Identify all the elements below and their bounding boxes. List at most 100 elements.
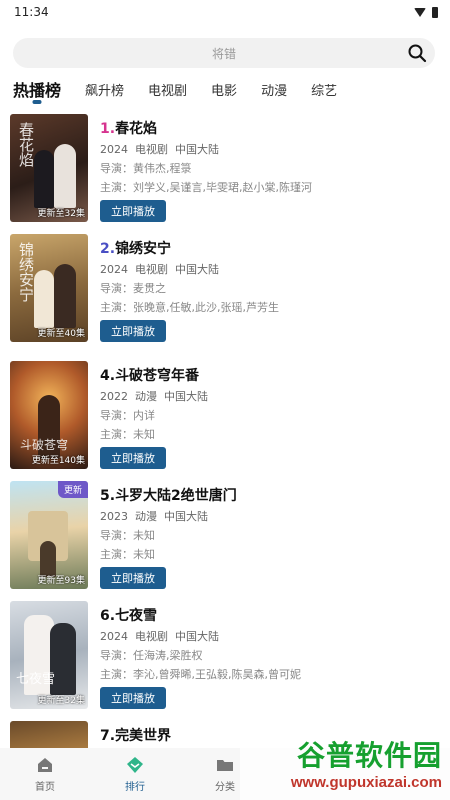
rank-number: 5.	[100, 488, 116, 504]
status-icons	[414, 6, 438, 18]
item-director: 导演：内详	[100, 409, 155, 422]
item-title: 2.锦绣安宁	[100, 238, 279, 258]
item-type: 动漫	[135, 510, 157, 523]
search-bar[interactable]: 将错	[13, 38, 435, 68]
poster-image[interactable]: 七夜雪 更新至32集	[10, 601, 88, 709]
item-year: 2022	[100, 390, 128, 403]
play-button[interactable]: 立即播放	[100, 447, 166, 469]
item-region: 中国大陆	[164, 510, 208, 523]
item-info: 2023 动漫 中国大陆	[100, 508, 237, 524]
rank-number: 6.	[100, 608, 116, 624]
episode-label: 更新至93集	[37, 576, 85, 586]
tab-label: 动漫	[261, 84, 288, 99]
item-cast: 主演：未知	[100, 428, 155, 441]
tab-label: 电视剧	[148, 84, 188, 99]
item-type: 电视剧	[135, 143, 168, 156]
poster-image[interactable]: 锦绣安宁 更新至40集	[10, 234, 88, 342]
tab-label: 飙升榜	[85, 84, 125, 99]
item-meta: 2.锦绣安宁 2024 电视剧 中国大陆 导演：麦贯之 主演：张晚意,任敏,此沙…	[100, 234, 279, 342]
item-name: 斗罗大陆2绝世唐门	[115, 488, 237, 504]
category-tabs: 热播榜 飙升榜 电视剧 电影 动漫 综艺	[13, 76, 361, 110]
poster-image[interactable]	[10, 721, 88, 748]
item-region: 中国大陆	[175, 263, 219, 276]
list-item[interactable]: 锦绣安宁 更新至40集 2.锦绣安宁 2024 电视剧 中国大陆 导演：麦贯之 …	[10, 234, 440, 342]
poster-image[interactable]: 更新 更新至93集	[10, 481, 88, 589]
status-time: 11:34	[14, 5, 49, 19]
rank-number: 2.	[100, 241, 116, 257]
tab-variety[interactable]: 综艺	[311, 76, 337, 99]
nav-home[interactable]: 首页	[0, 748, 90, 800]
item-info: 2022 动漫 中国大陆	[100, 388, 208, 404]
status-bar: 11:34	[0, 0, 450, 24]
item-year: 2024	[100, 143, 128, 156]
watermark-title: 谷普软件园	[296, 739, 442, 772]
rank-number: 4.	[100, 368, 116, 384]
item-name: 七夜雪	[115, 608, 158, 624]
episode-label: 更新至40集	[37, 329, 85, 339]
home-icon	[38, 757, 52, 772]
update-badge: 更新	[57, 481, 88, 498]
list-item[interactable]: 春花焰 更新至32集 1.春花焰 2024 电视剧 中国大陆 导演：黄伟杰,程箓…	[10, 114, 440, 222]
item-year: 2024	[100, 263, 128, 276]
tab-anime[interactable]: 动漫	[261, 76, 287, 99]
poster-calligraphy: 斗破苍穹	[20, 438, 69, 452]
item-type: 电视剧	[135, 630, 168, 643]
item-director: 导演：黄伟杰,程箓	[100, 162, 192, 175]
watermark: 谷普软件园 www.gupuxiazai.com	[240, 732, 450, 800]
item-title: 6.七夜雪	[100, 605, 301, 625]
item-meta: 5.斗罗大陆2绝世唐门 2023 动漫 中国大陆 导演：未知 主演：未知 立即播…	[100, 481, 237, 589]
item-year: 2023	[100, 510, 128, 523]
item-meta: 6.七夜雪 2024 电视剧 中国大陆 导演：任海涛,梁胜权 主演：李沁,曾舜晞…	[100, 601, 301, 709]
play-button[interactable]: 立即播放	[100, 320, 166, 342]
tab-rising[interactable]: 飙升榜	[85, 76, 124, 99]
item-name: 锦绣安宁	[115, 241, 172, 257]
item-type: 动漫	[135, 390, 157, 403]
item-director: 导演：未知	[100, 529, 155, 542]
item-region: 中国大陆	[175, 143, 219, 156]
list-item[interactable]: 斗破苍穹 更新至140集 4.斗破苍穹年番 2022 动漫 中国大陆 导演：内详…	[10, 361, 440, 469]
item-meta: 7.完美世界	[100, 721, 171, 745]
poster-calligraphy: 七夜雪	[16, 672, 56, 687]
poster-image[interactable]: 春花焰 更新至32集	[10, 114, 88, 222]
nav-label: 分类	[215, 781, 235, 793]
item-info: 2024 电视剧 中国大陆	[100, 628, 301, 644]
item-name: 春花焰	[115, 121, 158, 137]
item-cast: 主演：未知	[100, 548, 155, 561]
search-input[interactable]: 将错	[212, 45, 236, 62]
tab-hot[interactable]: 热播榜	[13, 76, 62, 104]
item-title: 4.斗破苍穹年番	[100, 365, 208, 385]
wifi-icon	[414, 7, 426, 17]
item-region: 中国大陆	[164, 390, 208, 403]
list-item[interactable]: 更新 更新至93集 5.斗罗大陆2绝世唐门 2023 动漫 中国大陆 导演：未知…	[10, 481, 440, 589]
play-button[interactable]: 立即播放	[100, 200, 166, 222]
item-cast: 主演：李沁,曾舜晞,王弘毅,陈昊森,曾可妮	[100, 668, 301, 681]
tab-active-indicator	[32, 100, 42, 104]
rank-number: 7.	[100, 728, 116, 744]
item-meta: 1.春花焰 2024 电视剧 中国大陆 导演：黄伟杰,程箓 主演：刘学义,吴谨言…	[100, 114, 312, 222]
tab-tv[interactable]: 电视剧	[148, 76, 187, 99]
play-button[interactable]: 立即播放	[100, 687, 166, 709]
tab-movie[interactable]: 电影	[211, 76, 237, 99]
item-title: 5.斗罗大陆2绝世唐门	[100, 485, 237, 505]
poster-image[interactable]: 斗破苍穹 更新至140集	[10, 361, 88, 469]
folder-icon	[217, 759, 233, 771]
poster-calligraphy: 锦绣安宁	[17, 242, 35, 302]
episode-label: 更新至32集	[37, 696, 85, 706]
item-year: 2024	[100, 630, 128, 643]
item-meta: 4.斗破苍穹年番 2022 动漫 中国大陆 导演：内详 主演：未知 立即播放	[100, 361, 208, 469]
item-info: 2024 电视剧 中国大陆	[100, 141, 312, 157]
poster-calligraphy: 春花焰	[17, 122, 35, 167]
tab-label: 热播榜	[13, 81, 62, 100]
episode-label: 更新至140集	[31, 456, 85, 466]
ranking-list: 春花焰 更新至32集 1.春花焰 2024 电视剧 中国大陆 导演：黄伟杰,程箓…	[0, 114, 450, 748]
item-director: 导演：麦贯之	[100, 282, 166, 295]
item-name: 完美世界	[115, 728, 172, 744]
item-name: 斗破苍穹年番	[115, 368, 200, 384]
item-cast: 主演：张晚意,任敏,此沙,张瑶,芦芳生	[100, 301, 279, 314]
play-button[interactable]: 立即播放	[100, 567, 166, 589]
item-type: 电视剧	[135, 263, 168, 276]
list-item[interactable]: 七夜雪 更新至32集 6.七夜雪 2024 电视剧 中国大陆 导演：任海涛,梁胜…	[10, 601, 440, 709]
search-icon[interactable]	[407, 43, 427, 63]
nav-ranking[interactable]: 排行	[90, 748, 180, 800]
item-title: 7.完美世界	[100, 725, 171, 745]
